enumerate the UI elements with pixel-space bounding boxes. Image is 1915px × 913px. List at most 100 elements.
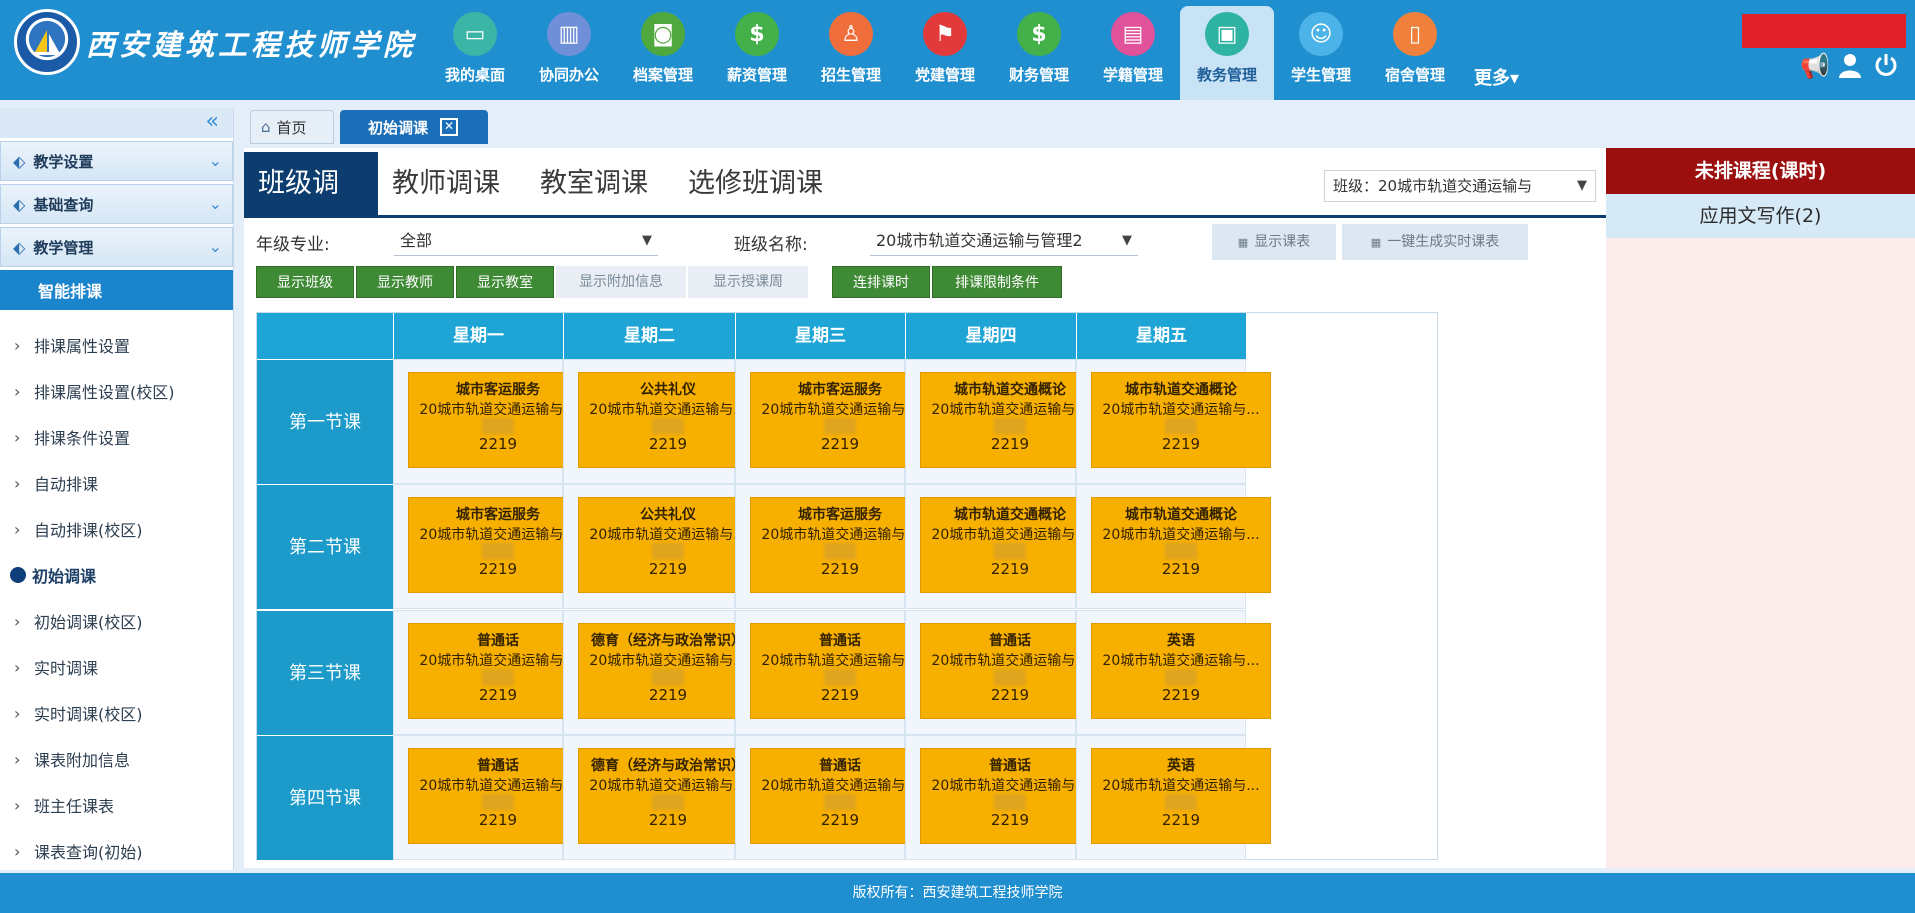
sidebar-item-0[interactable]: › 排课属性设置 xyxy=(0,322,233,368)
course-card[interactable]: 普通话 20城市轨道交通运输与... ▒▒▒ 2219 xyxy=(408,748,588,844)
sidebar-item-10[interactable]: › 班主任课表 xyxy=(0,782,233,828)
nav-item-5[interactable]: ⚑ 党建管理 xyxy=(898,6,992,100)
show-room-button[interactable]: 显示教室 xyxy=(456,266,554,298)
course-card[interactable]: 城市轨道交通概论 20城市轨道交通运输与... ▒▒▒ 2219 xyxy=(1091,372,1271,468)
course-card[interactable]: 普通话 20城市轨道交通运输与... ▒▒▒ 2219 xyxy=(750,748,930,844)
show-teaching-weeks-button[interactable]: 显示授课周 xyxy=(688,266,808,298)
sidebar-item-11[interactable]: › 课表查询(初始) xyxy=(0,828,233,874)
teacher-name-blurred: ▒▒▒ xyxy=(993,544,1027,560)
timetable-cell[interactable]: 普通话 20城市轨道交通运输与... ▒▒▒ 2219 xyxy=(905,610,1100,735)
nav-item-4[interactable]: ♙ 招生管理 xyxy=(804,6,898,100)
course-card[interactable]: 英语 20城市轨道交通运输与... ▒▒▒ 2219 xyxy=(1091,748,1271,844)
timetable-cell[interactable]: 城市轨道交通概论 20城市轨道交通运输与... ▒▒▒ 2219 xyxy=(1076,484,1271,609)
timetable-cell[interactable]: 普通话 20城市轨道交通运输与... ▒▒▒ 2219 xyxy=(905,735,1100,860)
tab-current[interactable]: 初始调课 ✕ xyxy=(340,110,488,144)
course-card[interactable]: 公共礼仪 20城市轨道交通运输与... ▒▒▒ 2219 xyxy=(578,372,758,468)
sidebar-item-6[interactable]: › 初始调课(校区) xyxy=(0,598,233,644)
sidebar-section-0[interactable]: ⬖ 教学设置 ⌄ xyxy=(0,141,233,181)
course-card[interactable]: 普通话 20城市轨道交通运输与... ▒▒▒ 2219 xyxy=(750,623,930,719)
nav-item-10[interactable]: ▯ 宿舍管理 xyxy=(1368,6,1462,100)
course-room: 2219 xyxy=(648,811,688,829)
generate-timetable-button[interactable]: ▦ 一键生成实时课表 xyxy=(1342,224,1528,260)
show-extra-info-button[interactable]: 显示附加信息 xyxy=(556,266,686,298)
timetable-cell[interactable]: 公共礼仪 20城市轨道交通运输与... ▒▒▒ 2219 xyxy=(563,359,758,484)
grade-select[interactable]: 全部 ▼ xyxy=(394,226,658,256)
timetable-cell[interactable]: 城市客运服务 20城市轨道交通运输与... ▒▒▒ 2219 xyxy=(735,359,930,484)
tab-class-adjust[interactable]: 班级调课 xyxy=(244,152,378,262)
sidebar-item-2[interactable]: › 排课条件设置 xyxy=(0,414,233,460)
timetable-cell[interactable]: 城市轨道交通概论 20城市轨道交通运输与... ▒▒▒ 2219 xyxy=(1076,359,1271,484)
timetable-cell[interactable]: 城市轨道交通概论 20城市轨道交通运输与... ▒▒▒ 2219 xyxy=(905,484,1100,609)
collapse-sidebar-icon[interactable]: « xyxy=(0,108,233,138)
course-card[interactable]: 城市客运服务 20城市轨道交通运输与... ▒▒▒ 2219 xyxy=(408,497,588,593)
sidebar-section-2[interactable]: ⬖ 教学管理 ⌄ xyxy=(0,227,233,267)
sidebar-item-smart-scheduling[interactable]: 智能排课 xyxy=(0,270,233,310)
timetable-cell[interactable]: 普通话 20城市轨道交通运输与... ▒▒▒ 2219 xyxy=(735,735,930,860)
tab-teacher-adjust[interactable]: 教师调课 xyxy=(378,152,514,215)
nav-item-6[interactable]: $ 财务管理 xyxy=(992,6,1086,100)
nav-item-3[interactable]: $ 薪资管理 xyxy=(710,6,804,100)
course-card[interactable]: 公共礼仪 20城市轨道交通运输与... ▒▒▒ 2219 xyxy=(578,497,758,593)
class-name-select[interactable]: 20城市轨道交通运输与管理2 ▼ xyxy=(870,226,1138,256)
power-icon[interactable] xyxy=(1872,52,1900,80)
course-card[interactable]: 德育（经济与政治常识） 20城市轨道交通运输与... ▒▒▒ 2219 xyxy=(578,623,758,719)
unscheduled-course-item[interactable]: 应用文写作(2) xyxy=(1606,194,1915,238)
nav-item-7[interactable]: ▤ 学籍管理 xyxy=(1086,6,1180,100)
timetable-cell[interactable]: 城市客运服务 20城市轨道交通运输与... ▒▒▒ 2219 xyxy=(393,359,588,484)
show-timetable-button[interactable]: ▦ 显示课表 xyxy=(1212,224,1336,260)
document-icon: ▯ xyxy=(1393,12,1437,56)
course-card[interactable]: 城市轨道交通概论 20城市轨道交通运输与... ▒▒▒ 2219 xyxy=(1091,497,1271,593)
tab-room-adjust[interactable]: 教室调课 xyxy=(526,152,662,215)
nav-item-8[interactable]: ▣ 教务管理 xyxy=(1180,6,1274,100)
timetable-cell[interactable]: 城市客运服务 20城市轨道交通运输与... ▒▒▒ 2219 xyxy=(735,484,930,609)
course-card[interactable]: 普通话 20城市轨道交通运输与... ▒▒▒ 2219 xyxy=(408,623,588,719)
sidebar-item-1[interactable]: › 排课属性设置(校区) xyxy=(0,368,233,414)
sidebar-item-3[interactable]: › 自动排课 xyxy=(0,460,233,506)
sidebar-item-7[interactable]: › 实时调课 xyxy=(0,644,233,690)
period-header: 第三节课 xyxy=(257,610,393,735)
timetable-cell[interactable]: 德育（经济与政治常识） 20城市轨道交通运输与... ▒▒▒ 2219 xyxy=(563,735,758,860)
tab-elective-adjust[interactable]: 选修班调课 xyxy=(674,152,837,215)
close-tab-icon[interactable]: ✕ xyxy=(440,118,459,136)
consecutive-periods-button[interactable]: 连排课时 xyxy=(832,266,930,298)
tab-home[interactable]: ⌂ 首页 xyxy=(250,110,334,144)
course-card[interactable]: 城市轨道交通概论 20城市轨道交通运输与... ▒▒▒ 2219 xyxy=(920,497,1100,593)
sidebar-section-1[interactable]: ⬖ 基础查询 ⌄ xyxy=(0,184,233,224)
timetable-cell[interactable]: 普通话 20城市轨道交通运输与... ▒▒▒ 2219 xyxy=(393,735,588,860)
sidebar-item-5[interactable]: 初始调课 xyxy=(0,552,233,598)
nav-more-menu[interactable]: 更多▾ xyxy=(1474,64,1519,90)
timetable-cell[interactable]: 英语 20城市轨道交通运输与... ▒▒▒ 2219 xyxy=(1076,735,1271,860)
user-icon[interactable] xyxy=(1836,52,1864,80)
timetable-cell[interactable]: 公共礼仪 20城市轨道交通运输与... ▒▒▒ 2219 xyxy=(563,484,758,609)
course-name: 英语 xyxy=(1167,758,1195,774)
megaphone-icon[interactable]: 📢 xyxy=(1800,52,1830,80)
class-select[interactable]: 班级：20城市轨道交通运输与 ▼ xyxy=(1324,170,1596,202)
course-card[interactable]: 城市轨道交通概论 20城市轨道交通运输与... ▒▒▒ 2219 xyxy=(920,372,1100,468)
course-card[interactable]: 德育（经济与政治常识） 20城市轨道交通运输与... ▒▒▒ 2219 xyxy=(578,748,758,844)
teacher-name-blurred: ▒▒▒ xyxy=(651,795,685,811)
scheduling-constraints-button[interactable]: 排课限制条件 xyxy=(932,266,1062,298)
course-card[interactable]: 城市客运服务 20城市轨道交通运输与... ▒▒▒ 2219 xyxy=(750,497,930,593)
nav-item-2[interactable]: ◙ 档案管理 xyxy=(616,6,710,100)
course-card[interactable]: 普通话 20城市轨道交通运输与... ▒▒▒ 2219 xyxy=(920,623,1100,719)
sidebar-item-label: 初始调课(校区) xyxy=(34,613,143,632)
course-card[interactable]: 普通话 20城市轨道交通运输与... ▒▒▒ 2219 xyxy=(920,748,1100,844)
timetable-cell[interactable]: 英语 20城市轨道交通运输与... ▒▒▒ 2219 xyxy=(1076,610,1271,735)
nav-item-1[interactable]: ▥ 协同办公 xyxy=(522,6,616,100)
timetable-cell[interactable]: 城市轨道交通概论 20城市轨道交通运输与... ▒▒▒ 2219 xyxy=(905,359,1100,484)
sidebar-item-9[interactable]: › 课表附加信息 xyxy=(0,736,233,782)
course-card[interactable]: 城市客运服务 20城市轨道交通运输与... ▒▒▒ 2219 xyxy=(750,372,930,468)
nav-item-0[interactable]: ▭ 我的桌面 xyxy=(428,6,522,100)
timetable-cell[interactable]: 德育（经济与政治常识） 20城市轨道交通运输与... ▒▒▒ 2219 xyxy=(563,610,758,735)
nav-item-9[interactable]: ☺ 学生管理 xyxy=(1274,6,1368,100)
show-class-button[interactable]: 显示班级 xyxy=(256,266,354,298)
course-card[interactable]: 英语 20城市轨道交通运输与... ▒▒▒ 2219 xyxy=(1091,623,1271,719)
course-card[interactable]: 城市客运服务 20城市轨道交通运输与... ▒▒▒ 2219 xyxy=(408,372,588,468)
show-teacher-button[interactable]: 显示教师 xyxy=(356,266,454,298)
sidebar-item-4[interactable]: › 自动排课(校区) xyxy=(0,506,233,552)
timetable-cell[interactable]: 普通话 20城市轨道交通运输与... ▒▒▒ 2219 xyxy=(393,610,588,735)
timetable-cell[interactable]: 普通话 20城市轨道交通运输与... ▒▒▒ 2219 xyxy=(735,610,930,735)
chevron-right-icon: › xyxy=(14,335,21,355)
timetable-cell[interactable]: 城市客运服务 20城市轨道交通运输与... ▒▒▒ 2219 xyxy=(393,484,588,609)
sidebar-item-8[interactable]: › 实时调课(校区) xyxy=(0,690,233,736)
